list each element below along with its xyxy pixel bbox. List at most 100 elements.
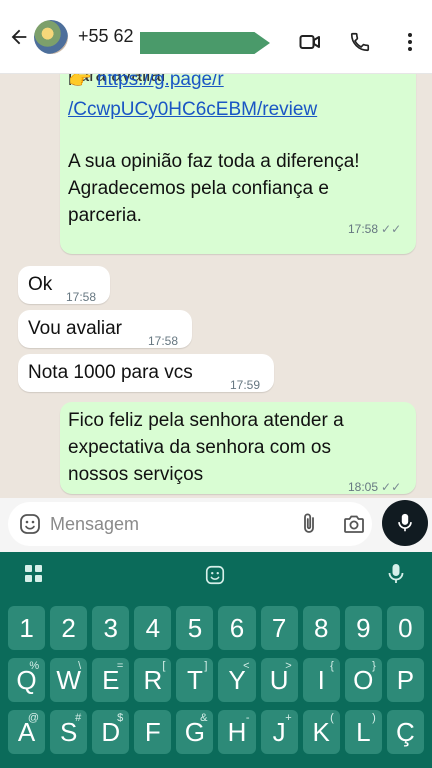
key-l[interactable]: L) <box>344 710 382 754</box>
key-u[interactable]: U > <box>260 658 298 702</box>
key-0[interactable]: 0 <box>386 606 424 650</box>
key-label: T <box>186 664 203 695</box>
key-label: K <box>312 716 330 747</box>
message-line: A sua opinião faz toda a diferença! <box>68 151 360 172</box>
time-label: 17:58 <box>348 222 379 236</box>
key-k[interactable]: K( <box>302 710 340 754</box>
message-time: 17:58 ✓✓ <box>348 216 401 243</box>
message-line: parceria. <box>68 205 142 226</box>
key-j[interactable]: J + <box>260 710 298 754</box>
key-7[interactable]: 7 <box>260 606 298 650</box>
chat-area[interactable]: para avaliar 👉 https://g.page/r /CcwpUCy… <box>0 74 432 498</box>
key-6[interactable]: 6 <box>218 606 256 650</box>
on-screen-keyboard: 1 2 3 4 5 6 7 8 9 0 Q% W \ E = R[ T] Y < U >… <box>0 552 432 768</box>
message-line: expectativa da senhora com os <box>68 437 331 458</box>
message-composer: Mensagem <box>0 498 432 552</box>
video-call-icon[interactable] <box>298 30 322 54</box>
key-hint: & <box>200 712 208 724</box>
message-text: Nota 1000 para vcs <box>28 362 193 383</box>
review-link[interactable]: https://g.page/r <box>97 74 224 90</box>
key-hint: [ <box>162 660 166 672</box>
avatar[interactable] <box>34 19 68 54</box>
qwerty-row: Q% W \ E = R[ T] Y < U > I{ O} P <box>8 658 424 710</box>
key-hint: > <box>285 660 292 672</box>
key-hint: ( <box>330 712 334 724</box>
message-incoming[interactable]: Nota 1000 para vcs 17:59 <box>18 354 274 392</box>
key-hint: { <box>330 660 334 672</box>
key-9[interactable]: 9 <box>344 606 382 650</box>
key-hint: \ <box>78 660 82 672</box>
key-hint: + <box>285 712 292 724</box>
key-5[interactable]: 5 <box>176 606 214 650</box>
message-line: Agradecemos pela confiança e <box>68 178 329 199</box>
key-label: F <box>144 716 161 747</box>
key-8[interactable]: 8 <box>302 606 340 650</box>
key-a[interactable]: A @ <box>8 710 46 754</box>
message-line: nossos serviços <box>68 464 204 485</box>
message-incoming[interactable]: Ok 17:58 <box>18 266 110 304</box>
arrow-back-icon[interactable] <box>6 24 32 50</box>
message-time: 17:59 <box>230 378 261 392</box>
key-w[interactable]: W \ <box>50 658 88 702</box>
asdf-row: A @ S # D $ F G & H- J + K( L) Ç <box>8 710 424 762</box>
phone-icon[interactable] <box>348 30 372 54</box>
key-s[interactable]: S # <box>50 710 88 754</box>
key-label: O <box>353 664 374 695</box>
key-hint: # <box>75 712 82 724</box>
key-hint: ] <box>204 660 208 672</box>
pointing-hand-emoji-icon: 👉 <box>68 74 92 90</box>
message-time: 18:05 ✓✓ <box>348 474 401 498</box>
message-placeholder: Mensagem <box>50 513 140 534</box>
key-hint: ) <box>372 712 376 724</box>
microphone-icon <box>398 513 412 532</box>
voice-record-button[interactable] <box>382 500 428 546</box>
key-label: I <box>317 664 325 695</box>
key-q[interactable]: Q% <box>8 658 46 702</box>
key-hint: < <box>243 660 250 672</box>
message-incoming[interactable]: Vou avaliar 17:58 <box>18 310 192 348</box>
key-r[interactable]: R[ <box>134 658 172 702</box>
key-p[interactable]: P <box>386 658 424 702</box>
key-2[interactable]: 2 <box>50 606 88 650</box>
more-vert-icon[interactable] <box>398 30 422 54</box>
double-check-icon: ✓✓ <box>381 480 402 494</box>
attach-icon[interactable] <box>300 512 318 541</box>
key-f[interactable]: F <box>134 710 172 754</box>
key-hint: % <box>29 660 40 672</box>
camera-icon[interactable] <box>342 512 366 541</box>
keyboard-toolbar <box>0 552 432 596</box>
key-d[interactable]: D $ <box>92 710 130 754</box>
key-c-cedilla[interactable]: Ç <box>386 710 424 754</box>
review-link-continued[interactable]: /CcwpUCy0HC6cEBM/review <box>68 99 317 120</box>
key-label: J <box>272 716 286 747</box>
key-3[interactable]: 3 <box>92 606 130 650</box>
key-e[interactable]: E = <box>92 658 130 702</box>
key-hint: $ <box>117 712 124 724</box>
time-label: 18:05 <box>348 480 379 494</box>
message-outgoing[interactable]: para avaliar 👉 https://g.page/r /CcwpUCy… <box>60 74 416 254</box>
apps-grid-icon[interactable] <box>24 564 44 589</box>
keyboard-microphone-icon[interactable] <box>386 562 406 591</box>
header-actions <box>298 30 422 54</box>
contact-name[interactable]: +55 62 <box>78 26 134 47</box>
message-text: Vou avaliar <box>28 318 123 339</box>
message-input[interactable]: Mensagem <box>8 502 372 546</box>
key-hint: } <box>372 660 376 672</box>
key-label: Ç <box>396 716 415 747</box>
key-t[interactable]: T] <box>176 658 214 702</box>
key-o[interactable]: O} <box>344 658 382 702</box>
key-g[interactable]: G & <box>176 710 214 754</box>
key-1[interactable]: 1 <box>8 606 46 650</box>
key-hint: @ <box>27 712 40 724</box>
key-label: R <box>143 664 163 695</box>
sticker-icon[interactable] <box>204 564 226 591</box>
emoji-icon[interactable] <box>18 512 42 536</box>
message-outgoing[interactable]: Fico feliz pela senhora atender a expect… <box>60 402 416 494</box>
message-time: 17:58 <box>66 290 97 304</box>
redaction-mark <box>140 32 270 54</box>
key-h[interactable]: H- <box>218 710 256 754</box>
key-y[interactable]: Y < <box>218 658 256 702</box>
key-hint: = <box>116 660 124 672</box>
key-i[interactable]: I{ <box>302 658 340 702</box>
key-4[interactable]: 4 <box>134 606 172 650</box>
